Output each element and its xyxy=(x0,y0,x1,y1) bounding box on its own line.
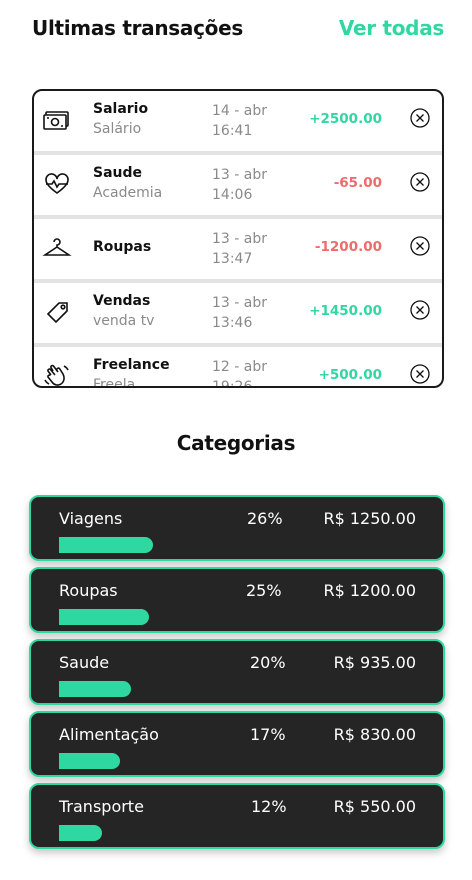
transaction-datetime: 13 - abr 13:47 xyxy=(212,229,267,269)
transaction-date: 14 - abr xyxy=(212,103,267,119)
category-card[interactable]: Viagens 26% R$ 1250.00 xyxy=(29,495,445,561)
transaction-time: 13:47 xyxy=(212,251,253,267)
delete-transaction-button[interactable] xyxy=(409,299,431,321)
transaction-name: Saude xyxy=(93,165,143,181)
transaction-time: 14:06 xyxy=(212,187,253,203)
category-percent: 26% xyxy=(247,509,283,528)
transaction-row[interactable]: Saude Academia 13 - abr 14:06 -65.00 xyxy=(34,155,442,215)
heartbeat-icon xyxy=(42,171,72,197)
category-name: Transporte xyxy=(59,797,144,816)
close-circle-icon xyxy=(410,236,430,256)
hand-wave-icon xyxy=(42,363,72,386)
category-percent: 25% xyxy=(246,581,282,600)
transaction-amount: -65.00 xyxy=(333,175,382,191)
delete-transaction-button[interactable] xyxy=(409,107,431,129)
close-circle-icon xyxy=(410,364,430,384)
category-progress-bar xyxy=(59,609,149,625)
category-percent: 17% xyxy=(250,725,286,744)
transaction-datetime: 12 - abr 19:26 xyxy=(212,357,267,388)
close-circle-icon xyxy=(410,172,430,192)
transaction-date: 13 - abr xyxy=(212,295,267,311)
transaction-name: Salario xyxy=(93,101,149,117)
category-card[interactable]: Saude 20% R$ 935.00 xyxy=(29,639,445,705)
delete-transaction-button[interactable] xyxy=(409,235,431,257)
category-value: R$ 1200.00 xyxy=(323,581,416,600)
category-name: Alimentação xyxy=(59,725,159,744)
delete-transaction-button[interactable] xyxy=(409,171,431,193)
hanger-icon xyxy=(42,235,72,261)
transaction-datetime: 14 - abr 16:41 xyxy=(212,101,267,141)
transaction-description: Freela xyxy=(93,377,136,388)
category-progress-bar xyxy=(59,537,153,553)
categories-title: Categorias xyxy=(176,431,296,455)
see-all-link[interactable]: Ver todas xyxy=(339,16,444,40)
category-value: R$ 830.00 xyxy=(333,725,416,744)
transaction-date: 12 - abr xyxy=(212,359,267,375)
category-card[interactable]: Transporte 12% R$ 550.00 xyxy=(29,783,445,849)
category-percent: 20% xyxy=(250,653,286,672)
category-value: R$ 550.00 xyxy=(333,797,416,816)
transactions-header: Ultimas transações Ver todas xyxy=(32,14,444,42)
category-value: R$ 1250.00 xyxy=(323,509,416,528)
section-title: Ultimas transações xyxy=(32,16,243,40)
categories-list: Viagens 26% R$ 1250.00 Roupas 25% R$ 120… xyxy=(29,495,445,855)
transaction-description: Academia xyxy=(93,185,163,201)
category-progress-bar xyxy=(59,681,131,697)
transaction-time: 13:46 xyxy=(212,315,253,331)
transaction-name: Roupas xyxy=(93,239,152,255)
category-name: Saude xyxy=(59,653,110,672)
transaction-datetime: 13 - abr 13:46 xyxy=(212,293,267,333)
category-percent: 12% xyxy=(251,797,287,816)
transaction-name: Freelance xyxy=(93,357,170,373)
transaction-row[interactable]: Salario Salário 14 - abr 16:41 +2500.00 xyxy=(34,91,442,151)
category-card[interactable]: Roupas 25% R$ 1200.00 xyxy=(29,567,445,633)
transaction-row[interactable]: Freelance Freela 12 - abr 19:26 +500.00 xyxy=(34,347,442,388)
transaction-amount: +2500.00 xyxy=(309,111,382,127)
transaction-time: 16:41 xyxy=(212,123,253,139)
transaction-date: 13 - abr xyxy=(212,231,267,247)
transaction-amount: +1450.00 xyxy=(309,303,382,319)
category-name: Roupas xyxy=(59,581,118,600)
transaction-amount: +500.00 xyxy=(318,367,382,383)
transaction-datetime: 13 - abr 14:06 xyxy=(212,165,267,205)
tag-icon xyxy=(42,299,72,325)
close-circle-icon xyxy=(410,300,430,320)
transaction-row[interactable]: Vendas venda tv 13 - abr 13:46 +1450.00 xyxy=(34,283,442,343)
transaction-amount: -1200.00 xyxy=(314,239,382,255)
category-progress-bar xyxy=(59,753,120,769)
category-value: R$ 935.00 xyxy=(333,653,416,672)
transaction-name: Vendas xyxy=(93,293,151,309)
category-name: Viagens xyxy=(59,509,123,528)
transaction-date: 13 - abr xyxy=(212,167,267,183)
close-circle-icon xyxy=(410,108,430,128)
transaction-row[interactable]: Roupas 13 - abr 13:47 -1200.00 xyxy=(34,219,442,279)
transaction-time: 19:26 xyxy=(212,379,253,388)
category-card[interactable]: Alimentação 17% R$ 830.00 xyxy=(29,711,445,777)
delete-transaction-button[interactable] xyxy=(409,363,431,385)
transaction-description: Salário xyxy=(93,121,142,137)
money-icon xyxy=(42,107,72,133)
transaction-description: venda tv xyxy=(93,313,155,329)
category-progress-bar xyxy=(59,825,102,841)
transactions-card: Salario Salário 14 - abr 16:41 +2500.00 … xyxy=(32,89,444,388)
